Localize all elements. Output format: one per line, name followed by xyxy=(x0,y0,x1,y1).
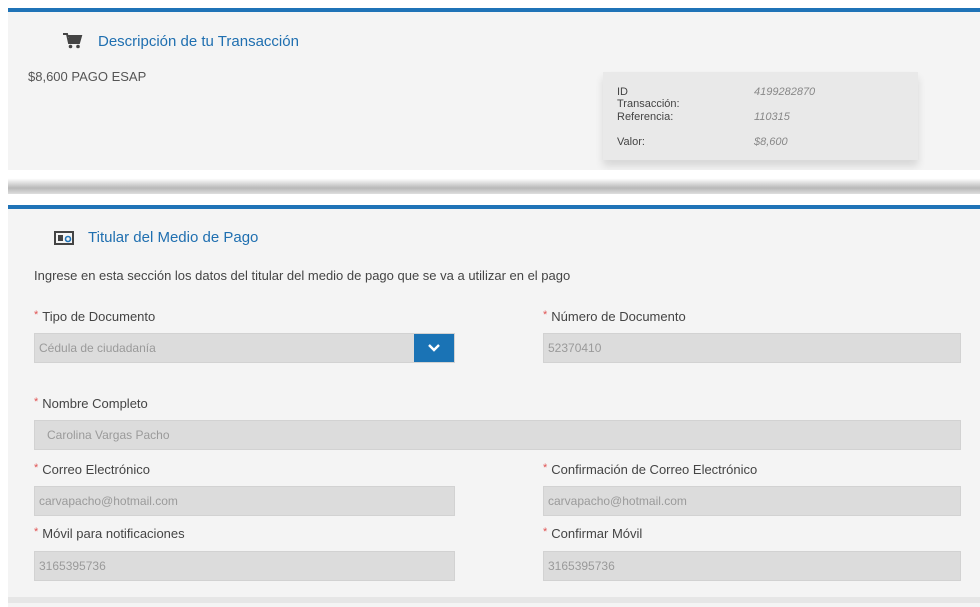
required-marker: * xyxy=(34,396,39,408)
full-name-label: * Nombre Completo xyxy=(34,396,148,411)
transaction-details-card: ID Transacción: 4199282870 Referencia: 1… xyxy=(603,72,918,160)
mobile-confirm-label: * Confirmar Móvil xyxy=(543,526,642,541)
full-name-label-text: Nombre Completo xyxy=(42,396,148,411)
mobile-confirm-input[interactable]: 3165395736 xyxy=(543,551,961,581)
detail-value: 4199282870 xyxy=(754,86,816,98)
required-marker: * xyxy=(543,462,548,474)
detail-value: $8,600 xyxy=(754,136,788,148)
required-marker: * xyxy=(34,462,39,474)
email-input[interactable]: carvapacho@hotmail.com xyxy=(34,486,455,516)
doc-type-label-text: Tipo de Documento xyxy=(42,309,156,324)
mobile-input[interactable]: 3165395736 xyxy=(34,551,455,581)
shopping-cart-icon xyxy=(63,33,83,49)
payment-holder-panel: Titular del Medio de Pago Ingrese en est… xyxy=(8,205,980,607)
required-marker: * xyxy=(543,309,548,321)
required-marker: * xyxy=(34,309,39,321)
email-confirm-label-text: Confirmación de Correo Electrónico xyxy=(551,462,758,477)
doc-type-dropdown-button[interactable] xyxy=(414,334,454,362)
bottom-edge xyxy=(8,597,980,603)
section-divider xyxy=(8,170,980,194)
transaction-title: Descripción de tu Transacción xyxy=(98,32,299,50)
email-label-text: Correo Electrónico xyxy=(42,462,150,477)
doc-type-value: Cédula de ciudadanía xyxy=(39,341,156,355)
id-card-icon xyxy=(54,230,74,245)
mobile-confirm-label-text: Confirmar Móvil xyxy=(551,526,643,541)
detail-value: 110315 xyxy=(754,111,790,123)
transaction-description: $8,600 PAGO ESAP xyxy=(28,69,147,84)
detail-label: Valor: xyxy=(617,136,645,148)
holder-title: Titular del Medio de Pago xyxy=(88,229,259,246)
mobile-label-text: Móvil para notificaciones xyxy=(42,526,185,541)
email-confirm-input[interactable]: carvapacho@hotmail.com xyxy=(543,486,961,516)
doc-number-label: * Número de Documento xyxy=(543,309,686,324)
doc-number-label-text: Número de Documento xyxy=(551,309,686,324)
email-confirm-label: * Confirmación de Correo Electrónico xyxy=(543,462,757,477)
doc-number-input[interactable]: 52370410 xyxy=(543,333,961,363)
holder-header: Titular del Medio de Pago xyxy=(54,229,258,246)
transaction-header: Descripción de tu Transacción xyxy=(62,32,299,50)
chevron-down-icon xyxy=(428,344,440,352)
doc-type-select[interactable]: Cédula de ciudadanía xyxy=(34,333,455,363)
full-name-input[interactable]: Carolina Vargas Pacho xyxy=(34,420,961,450)
transaction-panel: Descripción de tu Transacción $8,600 PAG… xyxy=(8,8,980,172)
holder-intro-text: Ingrese en esta sección los datos del ti… xyxy=(34,268,571,283)
doc-type-label: * Tipo de Documento xyxy=(34,309,155,324)
detail-label: Referencia: xyxy=(617,111,674,123)
detail-label: ID Transacción: xyxy=(617,86,680,110)
email-label: * Correo Electrónico xyxy=(34,462,150,477)
mobile-label: * Móvil para notificaciones xyxy=(34,526,185,541)
required-marker: * xyxy=(543,526,548,538)
required-marker: * xyxy=(34,526,39,538)
